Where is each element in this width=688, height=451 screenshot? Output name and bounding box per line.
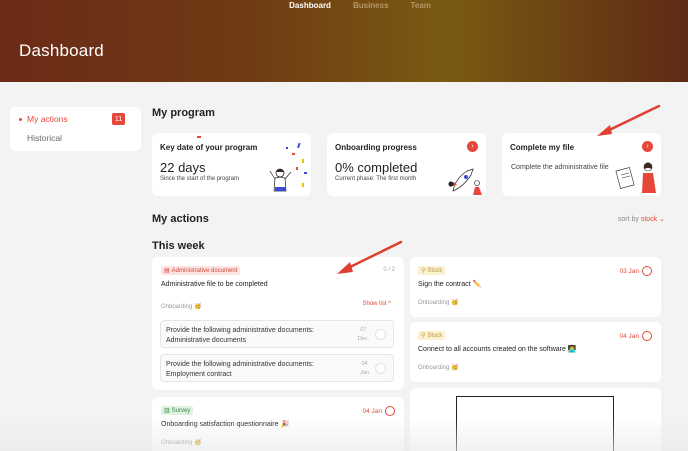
task-checkbox[interactable] [642,331,652,341]
stock-tag: ⚲ Stock [418,331,446,340]
annotation-arrow-icon [597,104,661,136]
key-date-value: 22 days [160,160,206,175]
subtask-line: Employment contract [166,371,232,378]
nav-team[interactable]: Team [411,1,431,10]
confetti-icon [197,136,201,138]
my-program-heading: My program [152,107,215,119]
tag-label: Stock [427,267,443,274]
survey-tag: ▥ Survey [161,406,194,415]
chevron-down-icon: ⌄ [659,216,665,223]
subtask-line: Provide the following administrative doc… [166,327,314,334]
stock-task-card[interactable]: ⚲ Stock 04 Jan Connect to all accounts c… [410,322,661,382]
card-title: Key date of your program [160,143,258,152]
sidebar: My actions 11 Historical [10,107,141,151]
chevron-right-icon[interactable]: › [642,141,653,152]
actions-count-badge: 11 [112,113,125,125]
card-title: Complete my file [510,143,575,152]
task-title: Administrative file to be completed [161,281,268,288]
task-due-date: 03 Jan [619,266,652,276]
task-phase: Onboarding 🥳 [418,365,459,371]
top-nav: Dashboard Business Team [0,1,688,10]
key-date-card[interactable]: Key date of your program 22 days Since t… [152,133,311,196]
nav-business[interactable]: Business [353,1,389,10]
subtask-item[interactable]: Provide the following administrative doc… [160,354,394,382]
task-title: Sign the contract ✏️ [418,281,482,288]
my-actions-heading: My actions [152,213,209,225]
progress-caption: Current phase: The first month [335,176,417,182]
complete-file-card[interactable]: Complete my file › Complete the administ… [502,133,661,196]
subtask-checkbox[interactable] [375,329,386,340]
onboarding-progress-card[interactable]: Onboarding progress › 0% completed Curre… [327,133,486,196]
subtask-text: Provide the following administrative doc… [166,360,314,380]
nav-dashboard[interactable]: Dashboard [289,1,331,10]
sidebar-item-label: My actions [27,114,68,124]
stock-tag: ⚲ Stock [418,266,446,275]
complete-file-description: Complete the administrative file [511,164,609,171]
task-phase: Onboarding 🥳 [161,440,202,446]
annotation-arrow-icon [337,240,403,274]
pin-icon: ⚲ [421,268,426,274]
subtask-line: Provide the following administrative doc… [166,361,314,368]
task-checkbox[interactable] [385,406,395,416]
task-due-date: 04 Jan [362,406,395,416]
sort-by-control[interactable]: sort by stock ⌄ [618,215,665,223]
document-icon: ▤ [164,268,170,274]
active-bullet-icon [19,117,22,121]
subtask-date-month: Jan [360,370,369,376]
administrative-document-tag: ▤ Administrative document [161,266,241,275]
due-date-text: 03 Jan [619,267,639,275]
subtask-date-month: Dec. [357,336,369,342]
task-due-date: 04 Jan [619,331,652,341]
show-list-label: Show list [362,301,387,307]
subtask-date-day: 07 [360,327,367,333]
chevron-right-icon[interactable]: › [467,141,478,152]
sort-by-value: stock [640,216,658,223]
chevron-up-icon: ^ [388,301,391,307]
rocket-illustration-icon [448,168,482,195]
this-week-heading: This week [152,240,205,252]
pin-icon: ⚲ [421,333,426,339]
subtask-text: Provide the following administrative doc… [166,326,314,346]
survey-task-card[interactable]: ▥ Survey 04 Jan Onboarding satisfaction … [152,397,404,451]
task-phase: Onboarding 🥳 [161,304,202,310]
celebration-illustration-icon [269,142,307,192]
tag-label: Survey [171,407,191,414]
subtask-line: Administrative documents [166,337,247,344]
progress-value: 0% completed [335,160,418,175]
subtask-date: 04 Jan [360,360,369,378]
image-frame [456,396,614,451]
chart-icon: ▥ [164,408,170,414]
sort-by-label: sort by [617,216,639,223]
card-title: Onboarding progress [335,143,417,152]
sidebar-item-my-actions[interactable]: My actions [19,114,68,124]
document-illustration-icon [615,162,656,193]
sidebar-item-historical[interactable]: Historical [27,133,62,143]
subtask-checkbox[interactable] [375,363,386,374]
stock-task-card[interactable]: ⚲ Stock 03 Jan Sign the contract ✏️ Onbo… [410,257,661,317]
subtask-item[interactable]: Provide the following administrative doc… [160,320,394,348]
page-title: Dashboard [19,41,104,60]
tag-label: Administrative document [171,267,238,274]
subtask-date-day: 04 [361,361,368,367]
task-title: Connect to all accounts created on the s… [418,346,577,353]
placeholder-card [410,388,661,451]
header-banner: Dashboard Business Team Dashboard [0,0,688,82]
task-title: Onboarding satisfaction questionnaire 🎉 [161,421,290,428]
due-date-text: 04 Jan [362,407,382,415]
task-phase: Onboarding 🥳 [418,300,459,306]
show-list-toggle[interactable]: Show list ^ [362,301,391,307]
subtask-date: 07 Dec. [358,326,369,344]
due-date-text: 04 Jan [619,332,639,340]
key-date-caption: Since the start of the program [160,176,240,182]
tag-label: Stock [427,332,443,339]
task-checkbox[interactable] [642,266,652,276]
